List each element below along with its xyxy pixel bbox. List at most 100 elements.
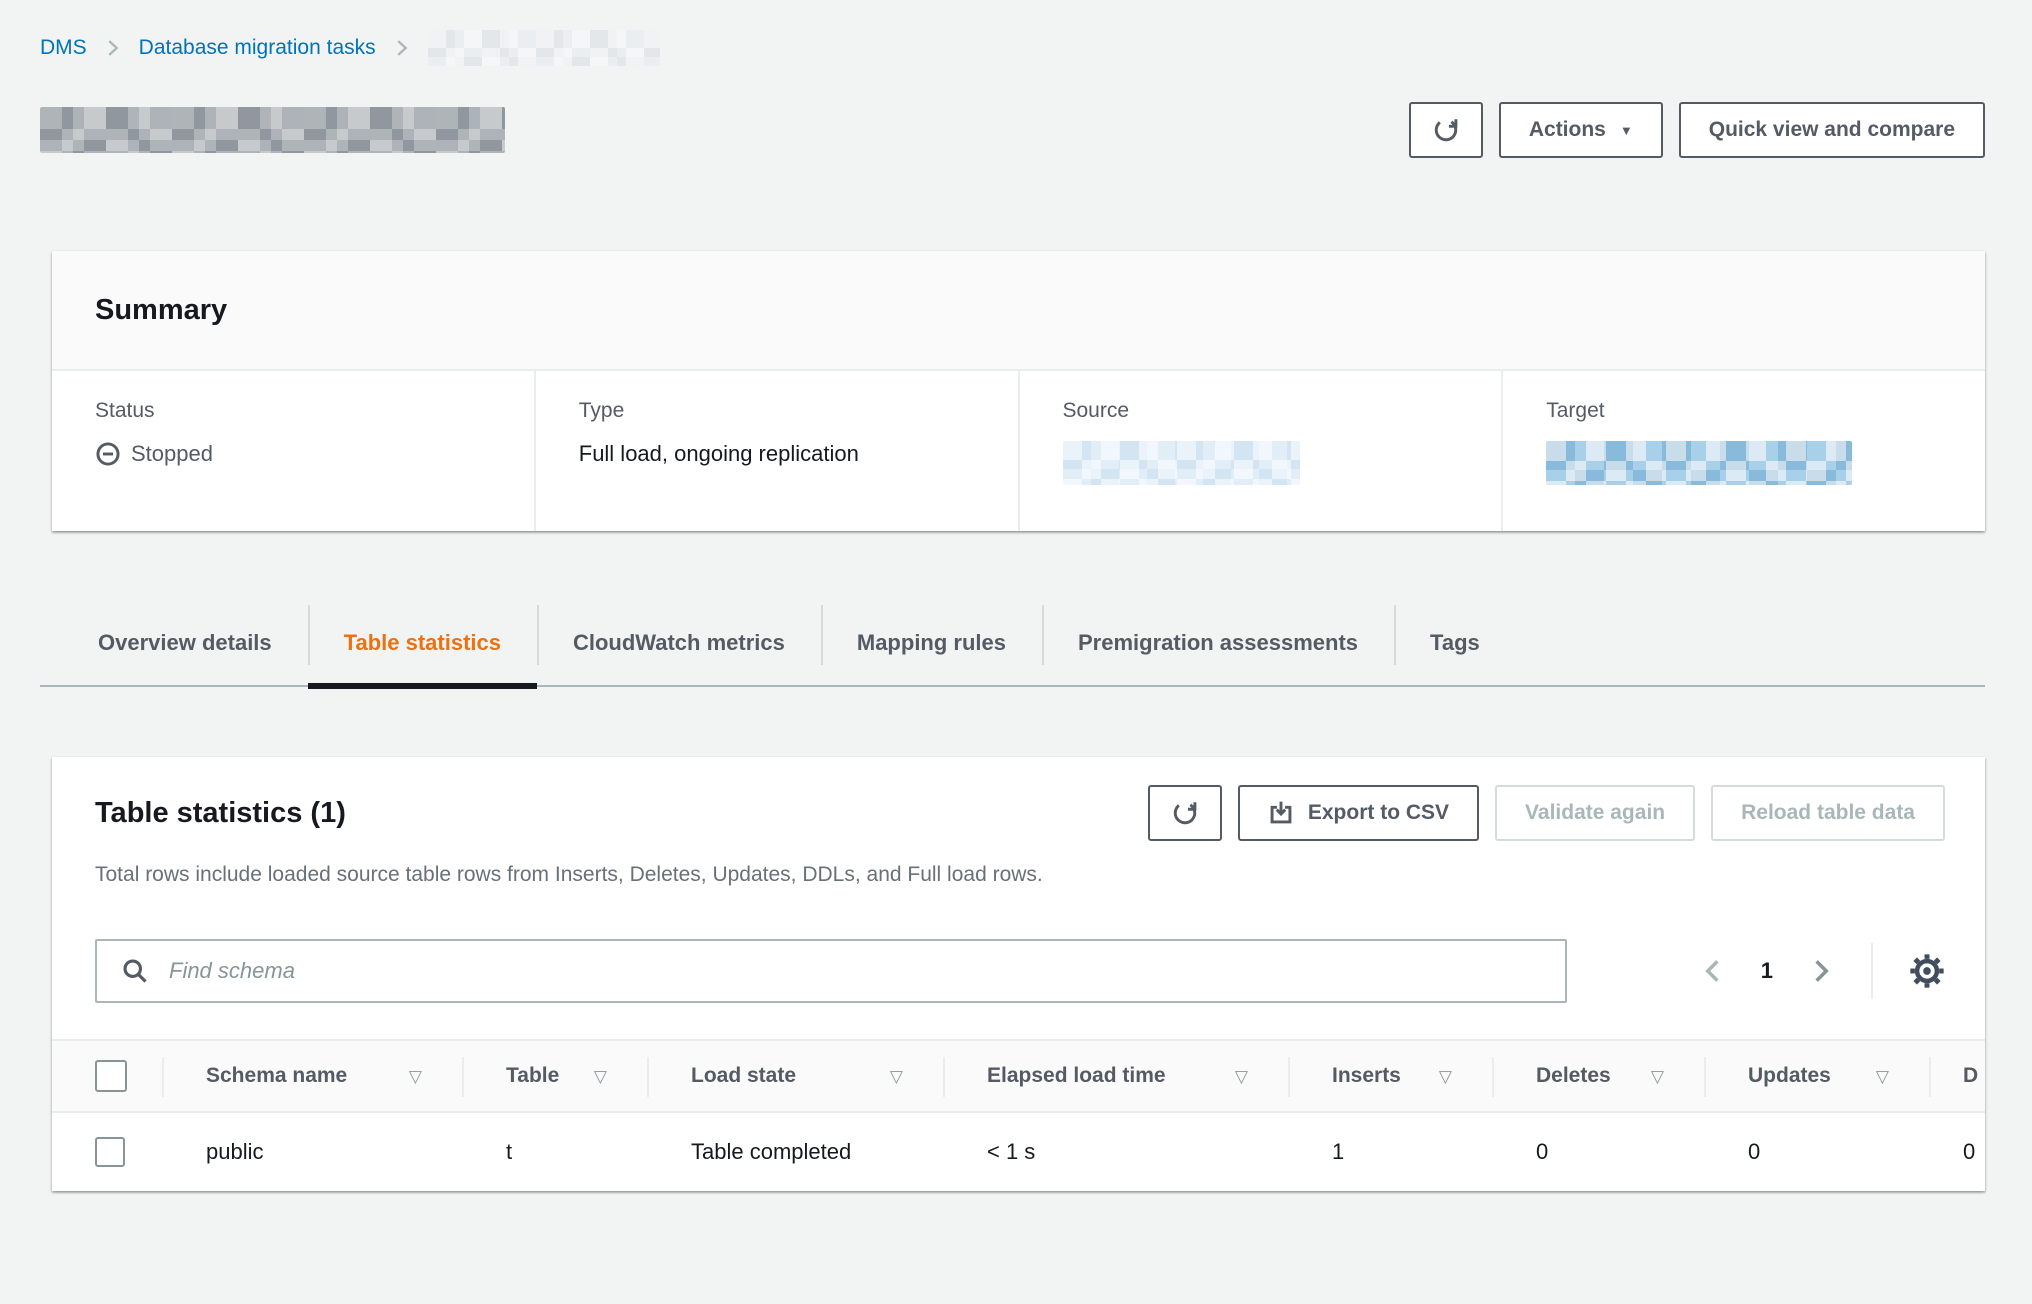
cell-load-state: Table completed — [647, 1113, 943, 1191]
chevron-down-icon — [1620, 118, 1633, 142]
validate-again-button[interactable]: Validate again — [1495, 785, 1695, 841]
table-statistics-table: Schema name Table Load state Elapsed loa… — [52, 1039, 1985, 1191]
cell-elapsed-load-time: < 1 s — [943, 1113, 1288, 1191]
type-value: Full load, ongoing replication — [579, 441, 998, 467]
breadcrumb: DMS Database migration tasks — [40, 30, 1985, 66]
refresh-icon — [1433, 117, 1459, 143]
actions-dropdown-button[interactable]: Actions — [1499, 102, 1663, 158]
breadcrumb-link-tasks[interactable]: Database migration tasks — [139, 36, 376, 60]
preferences-button[interactable] — [1909, 953, 1945, 989]
export-csv-button[interactable]: Export to CSV — [1238, 785, 1479, 841]
column-header-inserts[interactable]: Inserts — [1288, 1041, 1492, 1111]
status-value: Stopped — [95, 441, 514, 467]
cell-deletes: 0 — [1492, 1113, 1704, 1191]
summary-title: Summary — [95, 294, 227, 327]
cell-inserts: 1 — [1288, 1113, 1492, 1191]
column-header-schema-name[interactable]: Schema name — [162, 1041, 462, 1111]
target-label: Target — [1546, 399, 1965, 423]
table-toolbar: 1 — [52, 887, 1985, 1039]
cell-table: t — [462, 1113, 647, 1191]
reload-table-data-button[interactable]: Reload table data — [1711, 785, 1945, 841]
table-statistics-actions: Export to CSV Validate again Reload tabl… — [1148, 785, 1945, 841]
sort-icon — [1651, 1064, 1664, 1088]
task-detail-tabs: Overview details Table statistics CloudW… — [40, 601, 1985, 687]
table-statistics-panel: Table statistics (1) — [52, 756, 1985, 1191]
reload-table-data-label: Reload table data — [1741, 801, 1915, 825]
tab-table-statistics[interactable]: Table statistics — [308, 601, 537, 685]
breadcrumb-chevron-icon — [392, 38, 412, 58]
gear-icon — [1909, 953, 1945, 989]
breadcrumb-chevron-icon — [103, 38, 123, 58]
tab-label: Premigration assessments — [1078, 630, 1358, 656]
table-statistics-description: Total rows include loaded source table r… — [52, 841, 1985, 887]
column-header-elapsed-load-time[interactable]: Elapsed load time — [943, 1041, 1288, 1111]
cell-ddls: 0 — [1929, 1113, 1985, 1191]
table-statistics-title: Table statistics (1) — [95, 797, 346, 830]
dms-task-page: DMS Database migration tasks Actions — [0, 30, 2032, 1191]
previous-page-button[interactable] — [1699, 957, 1727, 985]
column-header-updates[interactable]: Updates — [1704, 1041, 1929, 1111]
sort-icon — [1235, 1064, 1248, 1088]
cell-updates: 0 — [1704, 1113, 1929, 1191]
table-statistics-header: Table statistics (1) — [52, 757, 1985, 841]
table-refresh-button[interactable] — [1148, 785, 1222, 841]
source-endpoint-link-redacted[interactable] — [1063, 441, 1300, 485]
quick-view-compare-button[interactable]: Quick view and compare — [1679, 102, 1985, 158]
column-label: Inserts — [1332, 1064, 1401, 1088]
current-page-button[interactable]: 1 — [1757, 958, 1777, 984]
summary-source-field: Source — [1018, 371, 1502, 531]
tab-tags[interactable]: Tags — [1394, 601, 1516, 685]
column-label: Schema name — [206, 1064, 347, 1088]
validate-again-label: Validate again — [1525, 801, 1665, 825]
tab-label: Mapping rules — [857, 630, 1006, 656]
next-page-button[interactable] — [1807, 957, 1835, 985]
tab-label: Tags — [1430, 630, 1480, 656]
page-header: Actions Quick view and compare — [40, 102, 1985, 158]
tab-overview-details[interactable]: Overview details — [62, 601, 308, 685]
tab-cloudwatch-metrics[interactable]: CloudWatch metrics — [537, 601, 821, 685]
column-header-table[interactable]: Table — [462, 1041, 647, 1111]
page-header-actions: Actions Quick view and compare — [1409, 102, 1985, 158]
table-header-row: Schema name Table Load state Elapsed loa… — [52, 1041, 1985, 1113]
export-csv-label: Export to CSV — [1308, 801, 1449, 825]
actions-dropdown-label: Actions — [1529, 118, 1606, 142]
type-label: Type — [579, 399, 998, 423]
sort-icon — [890, 1064, 903, 1088]
breadcrumb-current-redacted — [428, 30, 660, 66]
select-all-checkbox[interactable] — [95, 1060, 127, 1092]
summary-body: Status Stopped Type Full load, ongoing r… — [52, 371, 1985, 531]
status-text: Stopped — [131, 441, 213, 467]
column-header-load-state[interactable]: Load state — [647, 1041, 943, 1111]
pagination: 1 — [1699, 943, 1945, 999]
sort-icon — [409, 1064, 422, 1088]
summary-type-field: Type Full load, ongoing replication — [534, 371, 1018, 531]
column-header-ddls[interactable]: D — [1929, 1041, 1985, 1111]
summary-status-field: Status Stopped — [52, 371, 534, 531]
tab-label: Overview details — [98, 630, 272, 656]
breadcrumb-link-dms[interactable]: DMS — [40, 36, 87, 60]
stopped-status-icon — [95, 441, 121, 467]
source-label: Source — [1063, 399, 1482, 423]
column-header-deletes[interactable]: Deletes — [1492, 1041, 1704, 1111]
column-label: Elapsed load time — [987, 1064, 1166, 1088]
sort-icon — [594, 1064, 607, 1088]
column-label: Updates — [1748, 1064, 1831, 1088]
column-label: Deletes — [1536, 1064, 1611, 1088]
table-row: public t Table completed < 1 s 1 0 0 0 — [52, 1113, 1985, 1191]
summary-panel-header: Summary — [52, 251, 1985, 371]
refresh-button[interactable] — [1409, 102, 1483, 158]
quick-view-compare-label: Quick view and compare — [1709, 118, 1955, 142]
cell-schema-name: public — [162, 1113, 462, 1191]
summary-panel: Summary Status Stopped Type Full load, — [52, 250, 1985, 531]
schema-search — [95, 939, 1567, 1003]
sort-icon — [1876, 1064, 1889, 1088]
download-icon — [1268, 800, 1294, 826]
find-schema-input[interactable] — [95, 939, 1567, 1003]
target-endpoint-link-redacted[interactable] — [1546, 441, 1852, 485]
search-icon — [121, 957, 149, 985]
tab-premigration-assessments[interactable]: Premigration assessments — [1042, 601, 1394, 685]
tab-mapping-rules[interactable]: Mapping rules — [821, 601, 1042, 685]
row-checkbox[interactable] — [95, 1137, 125, 1167]
column-label: D — [1963, 1064, 1978, 1088]
refresh-icon — [1172, 800, 1198, 826]
